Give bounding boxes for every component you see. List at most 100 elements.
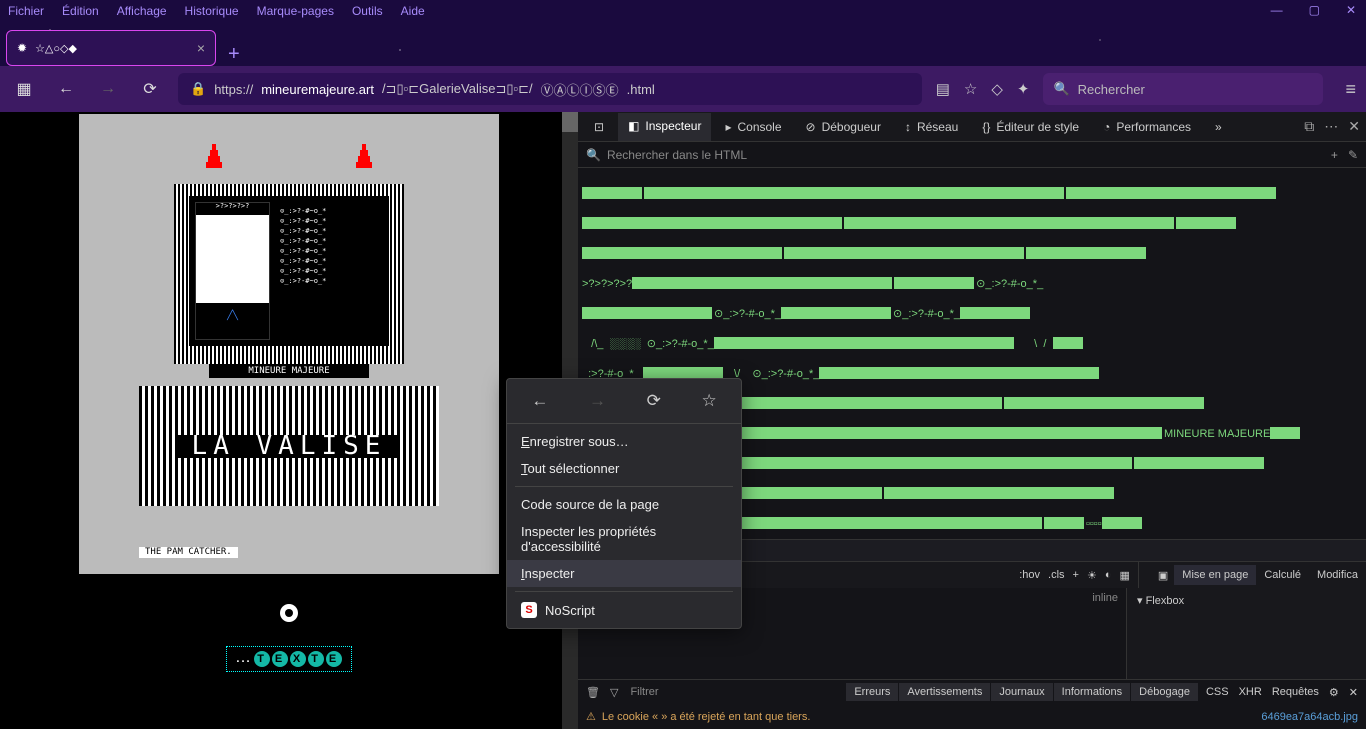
ctx-reload-icon[interactable]: ⟳ — [647, 391, 661, 411]
antenna-left-icon — [199, 144, 229, 184]
devtools-tab-style-editor[interactable]: {} Éditeur de style — [972, 114, 1089, 140]
inline-label: inline — [1092, 592, 1118, 604]
tab-close-icon[interactable]: × — [197, 40, 205, 56]
url-field[interactable]: 🔒 https://mineuremajeure.art/⊐▯▫⊏Galerie… — [178, 73, 922, 105]
add-element-icon[interactable]: + — [1331, 148, 1338, 162]
add-rule-icon[interactable]: + — [1073, 569, 1079, 581]
ctx-bookmark-icon[interactable]: ☆ — [701, 391, 716, 411]
forward-button[interactable]: → — [94, 75, 122, 103]
ctx-inspect-a11y[interactable]: Inspecter les propriétés d'accessibilité — [507, 518, 741, 560]
html-search-bar: 🔍 Rechercher dans le HTML + ✎ — [578, 142, 1366, 168]
css-tab-changes[interactable]: Modifica — [1309, 565, 1366, 585]
ctx-inspect[interactable]: Inspecter — [507, 560, 741, 587]
mineure-majeure-label: MINEURE MAJEURE — [209, 364, 369, 378]
ctx-save-as[interactable]: Enregistrer sous… — [507, 428, 741, 455]
search-box[interactable]: 🔍 Rechercher — [1043, 73, 1323, 105]
robot-screen-right: ⊙_:>?-#~o_* ⊙_:>?-#~o_* ⊙_:>?-#~o_* ⊙_:>… — [276, 202, 383, 340]
element-picker-icon[interactable]: ⊡ — [584, 114, 614, 140]
devtools-tab-console[interactable]: ▸ Console — [715, 114, 791, 140]
devtools-meatball-icon[interactable]: ⋯ — [1324, 118, 1338, 135]
console-filter-input[interactable]: Filtrer — [626, 686, 845, 698]
print-icon[interactable]: ▦ — [1119, 569, 1129, 582]
console-message[interactable]: ⚠ Le cookie « » a été rejeté en tant que… — [578, 704, 1366, 729]
layout-box-icon[interactable]: ▣ — [1152, 569, 1174, 582]
search-icon: 🔍 — [1053, 81, 1069, 97]
devtools-tab-debugger[interactable]: ⊘ Débogueur — [796, 114, 891, 140]
contrast-icon[interactable]: ◐ — [1105, 569, 1112, 581]
toggle-css[interactable]: CSS — [1206, 686, 1229, 699]
sparkle-icon[interactable]: ✦ — [1017, 80, 1030, 98]
bookmark-star-icon[interactable]: ☆ — [964, 80, 977, 98]
window-close-icon[interactable]: ✕ — [1346, 3, 1356, 17]
url-scheme: https:// — [214, 82, 253, 97]
robot-head: >?>?>?>? ╱╲ ⊙_:>?-#~o_* ⊙_:>?-#~o_* ⊙_:>… — [174, 184, 404, 364]
texte-char: T — [254, 651, 270, 667]
back-button[interactable]: ← — [52, 75, 80, 103]
cls-toggle[interactable]: .cls — [1048, 569, 1065, 581]
reader-mode-icon[interactable]: ▤ — [936, 80, 950, 98]
shield-icon[interactable]: ◇ — [991, 80, 1003, 98]
hamburger-menu-icon[interactable]: ≡ — [1345, 79, 1356, 100]
devtools-close-icon[interactable]: ✕ — [1348, 118, 1360, 135]
menu-edit[interactable]: Édition — [62, 4, 99, 18]
sidebar-toggle-icon[interactable]: ▦ — [10, 75, 38, 103]
browser-tab[interactable]: ✹ ☆△○◇◆ × — [6, 30, 216, 66]
menu-file[interactable]: Fichier — [8, 4, 44, 18]
trash-icon[interactable]: 🗑 — [586, 686, 600, 699]
menu-bookmarks[interactable]: Marque-pages — [257, 4, 334, 18]
ctx-noscript[interactable]: S NoScript — [507, 596, 741, 624]
ctx-back-icon[interactable]: ← — [531, 391, 548, 411]
cat-warnings[interactable]: Avertissements — [899, 683, 990, 701]
html-search-input[interactable]: Rechercher dans le HTML — [607, 148, 1325, 162]
toggle-xhr[interactable]: XHR — [1239, 686, 1262, 699]
console-source-link[interactable]: 6469ea7a64acb.jpg — [1261, 711, 1358, 723]
robot-body: LA VALISE — [139, 386, 439, 506]
url-path-prefix: /⊐▯▫⊏GalerieValise⊐▯▫⊏/ — [382, 81, 533, 97]
antenna-right-icon — [349, 144, 379, 184]
light-icon[interactable]: ☀ — [1087, 569, 1097, 582]
menu-history[interactable]: Historique — [185, 4, 239, 18]
cat-debug[interactable]: Débogage — [1131, 683, 1198, 701]
eye-icon[interactable] — [280, 604, 298, 622]
cat-errors[interactable]: Erreurs — [846, 683, 898, 701]
la-valise-title: LA VALISE — [178, 435, 401, 458]
hov-toggle[interactable]: :hov — [1019, 569, 1040, 581]
console-text: Le cookie « » a été rejeté en tant que t… — [602, 711, 811, 723]
reload-button[interactable]: ⟳ — [136, 75, 164, 103]
menu-view[interactable]: Affichage — [117, 4, 167, 18]
window-minimize-icon[interactable]: — — [1271, 3, 1283, 17]
toggle-requests[interactable]: Requêtes — [1272, 686, 1319, 699]
responsive-mode-icon[interactable]: ⧉ — [1304, 118, 1314, 135]
eyedropper-icon[interactable]: ✎ — [1348, 148, 1358, 162]
devtools-tab-performance[interactable]: ◔ Performances — [1093, 114, 1201, 140]
cat-info[interactable]: Informations — [1054, 683, 1131, 701]
texte-char: X — [290, 651, 306, 667]
close-split-icon[interactable]: ✕ — [1349, 686, 1358, 699]
ctx-forward-icon[interactable]: → — [589, 391, 606, 411]
ascii-v-icon: ╱╲ — [196, 303, 269, 339]
texte-char: T — [308, 651, 324, 667]
cat-logs[interactable]: Journaux — [991, 683, 1052, 701]
page-viewport: >?>?>?>? ╱╲ ⊙_:>?-#~o_* ⊙_:>?-#~o_* ⊙_:>… — [0, 112, 578, 729]
flexbox-section-label: Flexbox — [1146, 595, 1185, 607]
menu-tools[interactable]: Outils — [352, 4, 383, 18]
devtools-tab-network[interactable]: ↕ Réseau — [895, 114, 968, 140]
css-tab-layout[interactable]: Mise en page — [1174, 565, 1256, 585]
funnel-icon[interactable]: ▽ — [610, 686, 618, 699]
window-maximize-icon[interactable]: ▢ — [1309, 3, 1320, 17]
devtools-toolbar: ⊡ ◧ Inspecteur ▸ Console ⊘ Débogueur ↕ R… — [578, 112, 1366, 142]
ctx-view-source[interactable]: Code source de la page — [507, 491, 741, 518]
console-split: 🗑 ▽ Filtrer ErreursAvertissementsJournau… — [578, 679, 1366, 729]
texte-button[interactable]: ...TEXTE — [226, 646, 351, 672]
devtools-overflow-icon[interactable]: » — [1205, 114, 1232, 140]
ctx-select-all[interactable]: Tout sélectionner — [507, 455, 741, 482]
css-tab-computed[interactable]: Calculé — [1256, 565, 1309, 585]
new-tab-button[interactable]: + — [228, 43, 240, 66]
layout-pane[interactable]: ▾ Flexbox — [1126, 588, 1366, 679]
url-toolbar: ▦ ← → ⟳ 🔒 https://mineuremajeure.art/⊐▯▫… — [0, 66, 1366, 112]
lock-icon[interactable]: 🔒 — [190, 81, 206, 97]
artwork-container: >?>?>?>? ╱╲ ⊙_:>?-#~o_* ⊙_:>?-#~o_* ⊙_:>… — [79, 114, 499, 574]
devtools-tab-inspector[interactable]: ◧ Inspecteur — [618, 113, 711, 141]
menu-help[interactable]: Aide — [401, 4, 425, 18]
gear-icon[interactable]: ⚙ — [1329, 686, 1339, 699]
